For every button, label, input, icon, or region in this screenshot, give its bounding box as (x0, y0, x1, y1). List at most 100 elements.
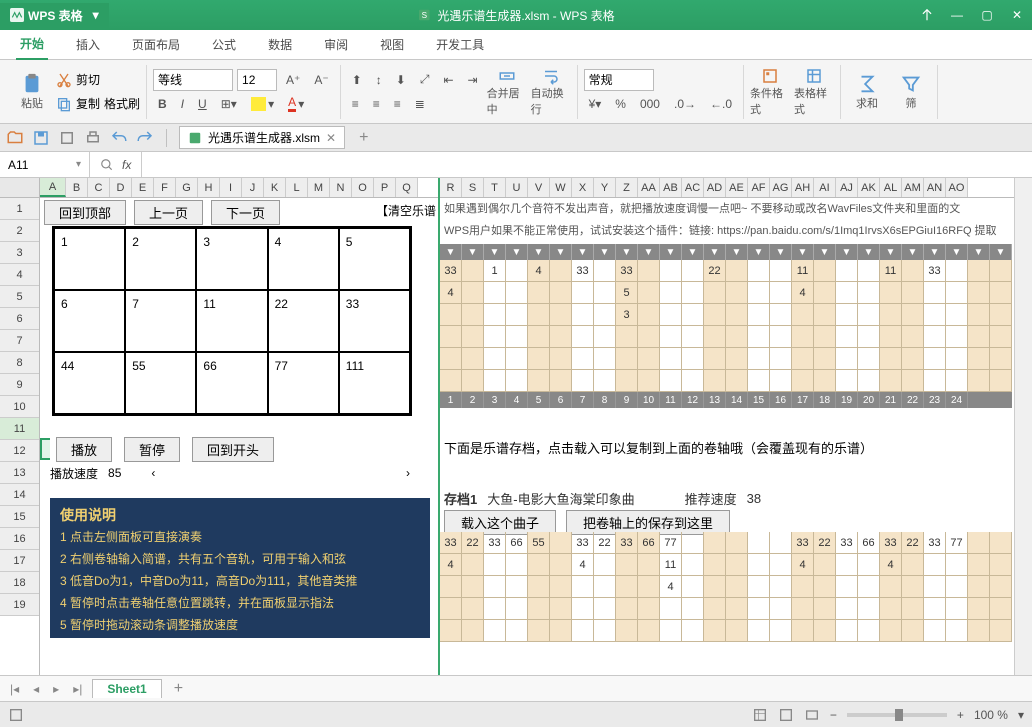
archive-roll-cell[interactable] (726, 620, 748, 642)
archive-roll-cell[interactable] (506, 554, 528, 576)
goto-top-button[interactable]: 回到顶部 (44, 200, 126, 225)
roll-cell[interactable] (858, 304, 880, 326)
zoom-slider[interactable] (847, 713, 947, 717)
archive-roll-track[interactable]: 3322336655332233667733223366332233774411… (440, 532, 1012, 642)
note-pad-cell[interactable]: 55 (125, 352, 196, 414)
archive-roll-cell[interactable]: 77 (660, 532, 682, 554)
roll-cell[interactable] (594, 370, 616, 392)
archive-roll-cell[interactable] (594, 554, 616, 576)
roll-cell[interactable] (704, 348, 726, 370)
col-header[interactable]: AE (726, 178, 748, 197)
roll-cell[interactable] (506, 348, 528, 370)
roll-cell[interactable] (858, 282, 880, 304)
roll-cell[interactable] (726, 326, 748, 348)
col-header[interactable]: AB (660, 178, 682, 197)
fill-color-button[interactable]: ▾ (246, 94, 279, 114)
archive-roll-cell[interactable] (638, 620, 660, 642)
note-pad-cell[interactable]: 77 (268, 352, 339, 414)
roll-cell[interactable] (770, 304, 792, 326)
archive-roll-cell[interactable]: 4 (660, 576, 682, 598)
col-header[interactable]: AK (858, 178, 880, 197)
archive-roll-cell[interactable] (594, 598, 616, 620)
col-header[interactable]: C (88, 178, 110, 197)
roll-cell[interactable] (572, 326, 594, 348)
note-pad-cell[interactable]: 6 (54, 290, 125, 352)
roll-cell[interactable] (616, 348, 638, 370)
roll-cell[interactable]: 33 (440, 260, 462, 282)
tab-close-icon[interactable]: ✕ (326, 131, 336, 145)
print-icon[interactable] (84, 129, 102, 147)
font-color-button[interactable]: A▾ (283, 92, 309, 115)
roll-cell[interactable] (770, 348, 792, 370)
roll-cell[interactable] (880, 370, 902, 392)
roll-cell[interactable] (748, 326, 770, 348)
archive-roll-cell[interactable] (462, 620, 484, 642)
roll-cell[interactable] (484, 370, 506, 392)
roll-cell[interactable] (880, 326, 902, 348)
roll-cell[interactable] (990, 260, 1012, 282)
archive-roll-cell[interactable] (836, 576, 858, 598)
archive-roll-cell[interactable] (440, 620, 462, 642)
print-preview-icon[interactable] (58, 129, 76, 147)
roll-cell[interactable] (792, 304, 814, 326)
roll-cell[interactable] (968, 260, 990, 282)
archive-roll-cell[interactable] (462, 576, 484, 598)
roll-cell[interactable] (528, 370, 550, 392)
roll-cell[interactable] (462, 260, 484, 282)
align-right-icon[interactable]: ≡ (389, 94, 406, 114)
archive-roll-cell[interactable] (726, 576, 748, 598)
archive-roll-cell[interactable] (792, 598, 814, 620)
note-pad-cell[interactable]: 111 (339, 352, 410, 414)
paste-button[interactable]: 粘贴 (12, 67, 52, 117)
archive-roll-cell[interactable] (924, 576, 946, 598)
roll-cell[interactable] (880, 304, 902, 326)
roll-cell[interactable] (990, 326, 1012, 348)
select-all-corner[interactable] (0, 178, 39, 198)
rewind-button[interactable]: 回到开头 (192, 437, 274, 462)
roll-cell[interactable] (902, 304, 924, 326)
archive-roll-cell[interactable] (968, 554, 990, 576)
roll-cell[interactable] (572, 282, 594, 304)
comma-icon[interactable]: 000 (635, 94, 665, 114)
roll-cell[interactable] (902, 260, 924, 282)
row-header[interactable]: 9 (0, 374, 39, 396)
col-header[interactable]: AF (748, 178, 770, 197)
undo-icon[interactable] (110, 129, 128, 147)
roll-cell[interactable] (550, 326, 572, 348)
col-header[interactable]: M (308, 178, 330, 197)
sheet-nav-prev-icon[interactable]: ◂ (29, 682, 43, 696)
archive-roll-cell[interactable] (528, 554, 550, 576)
redo-icon[interactable] (136, 129, 154, 147)
archive-roll-cell[interactable]: 33 (924, 532, 946, 554)
roll-cell[interactable] (594, 282, 616, 304)
roll-cell[interactable] (484, 326, 506, 348)
archive-roll-cell[interactable] (616, 598, 638, 620)
row-header[interactable]: 16 (0, 528, 39, 550)
archive-roll-cell[interactable] (682, 576, 704, 598)
archive-roll-cell[interactable] (814, 598, 836, 620)
archive-roll-cell[interactable] (550, 598, 572, 620)
col-header[interactable]: AC (682, 178, 704, 197)
roll-cell[interactable] (462, 304, 484, 326)
row-header[interactable]: 12 (0, 440, 39, 462)
roll-cell[interactable] (638, 326, 660, 348)
roll-track[interactable]: 33143333221111334543 (440, 260, 1012, 392)
roll-cell[interactable] (924, 304, 946, 326)
archive-roll-cell[interactable] (462, 554, 484, 576)
formula-input[interactable] (142, 152, 1032, 177)
roll-cell[interactable] (506, 260, 528, 282)
roll-cell[interactable] (748, 260, 770, 282)
archive-roll-cell[interactable]: 4 (440, 554, 462, 576)
roll-cell[interactable] (946, 304, 968, 326)
roll-cell[interactable] (990, 282, 1012, 304)
archive-roll-cell[interactable] (946, 620, 968, 642)
archive-roll-cell[interactable]: 66 (858, 532, 880, 554)
align-left-icon[interactable]: ≡ (347, 94, 364, 114)
roll-cell[interactable] (748, 348, 770, 370)
note-pad-cell[interactable]: 7 (125, 290, 196, 352)
archive-roll-cell[interactable] (704, 532, 726, 554)
font-select[interactable] (153, 69, 233, 91)
roll-cell[interactable] (924, 282, 946, 304)
archive-roll-cell[interactable] (990, 576, 1012, 598)
close-icon[interactable]: ✕ (1002, 0, 1032, 30)
